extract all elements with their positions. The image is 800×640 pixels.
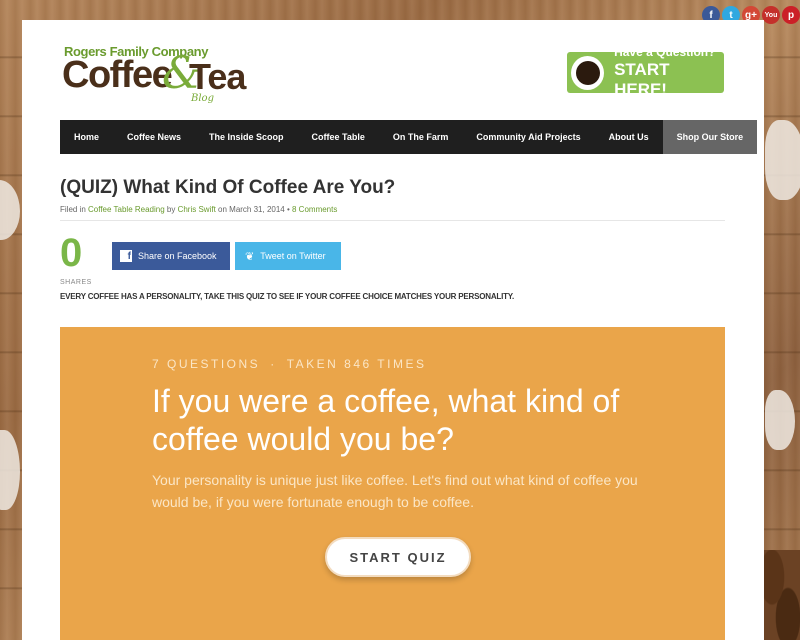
meta-by: by (164, 205, 178, 214)
start-quiz-button[interactable]: START QUIZ (325, 537, 471, 577)
meta-filed: Filed in (60, 205, 89, 214)
share-label: SHARES (60, 279, 92, 286)
nav-coffee-table[interactable]: Coffee Table (298, 120, 379, 154)
paint-splash-left-lower (0, 430, 20, 510)
author-link[interactable]: Chris Swift (178, 205, 216, 214)
coffee-beans-image (760, 550, 800, 640)
have-a-question-button[interactable]: Have a Question? START HERE! (567, 45, 724, 99)
logo-tea: Tea (189, 56, 246, 97)
youtube-icon[interactable]: You (762, 6, 780, 24)
cta-line-2: START HERE! (614, 60, 670, 99)
quiz-stats-dot: · (270, 357, 277, 371)
comments-link[interactable]: 8 Comments (292, 205, 337, 214)
twitter-bird-icon: ❦ (245, 250, 255, 263)
nav-home[interactable]: Home (60, 120, 113, 154)
quiz-description: Your personality is unique just like cof… (152, 472, 638, 510)
paint-splash-right-lower (765, 390, 795, 450)
pinterest-icon[interactable]: p (782, 6, 800, 24)
quiz-card: 7 QUESTIONS · TAKEN 846 TIMES If you were … (60, 327, 725, 640)
paint-splash-left (0, 180, 20, 240)
share-facebook-label: Share on Facebook (138, 251, 217, 261)
nav-shop-store[interactable]: Shop Our Store (662, 120, 758, 154)
logo-blog: Blog (191, 93, 214, 104)
quiz-times-taken: TAKEN 846 TIMES (286, 357, 427, 371)
tweet-twitter-label: Tweet on Twitter (260, 251, 326, 261)
tweet-twitter-button[interactable]: ❦ Tweet on Twitter (235, 242, 341, 270)
page-container: Rogers Family Company Coffee & Tea Blog … (22, 20, 764, 640)
nav-inside-scoop[interactable]: The Inside Scoop (195, 120, 298, 154)
cta-line-1: Have a Question? (614, 45, 716, 59)
nav-community-aid[interactable]: Community Aid Projects (462, 120, 594, 154)
post-tagline: EVERY COFFEE HAS A PERSONALITY, TAKE THI… (60, 292, 515, 301)
paint-splash-right (765, 120, 800, 200)
logo-coffee: Coffee (62, 54, 173, 96)
quiz-stats: 7 QUESTIONS · TAKEN 846 TIMES (152, 357, 426, 371)
category-link[interactable]: Coffee Table Reading (88, 205, 165, 214)
quiz-title: If you were a coffee, what kind of coffe… (152, 383, 620, 457)
nav-on-the-farm[interactable]: On The Farm (379, 120, 463, 154)
coffee-cup-icon (571, 55, 605, 90)
share-count: 0 (60, 231, 83, 275)
divider (60, 220, 725, 221)
site-logo[interactable]: Rogers Family Company Coffee & Tea Blog (62, 44, 252, 108)
quiz-question-count: 7 QUESTIONS (152, 357, 261, 371)
share-facebook-button[interactable]: f Share on Facebook (112, 242, 230, 270)
main-nav: Home Coffee News The Inside Scoop Coffee… (60, 120, 758, 154)
post-title: (QUIZ) What Kind Of Coffee Are You? (60, 177, 396, 198)
nav-coffee-news[interactable]: Coffee News (113, 120, 195, 154)
post-meta: Filed in Coffee Table Reading by Chris S… (60, 205, 337, 214)
meta-date: on March 31, 2014 • (215, 205, 292, 214)
facebook-icon: f (120, 250, 132, 262)
nav-about-us[interactable]: About Us (595, 120, 663, 154)
